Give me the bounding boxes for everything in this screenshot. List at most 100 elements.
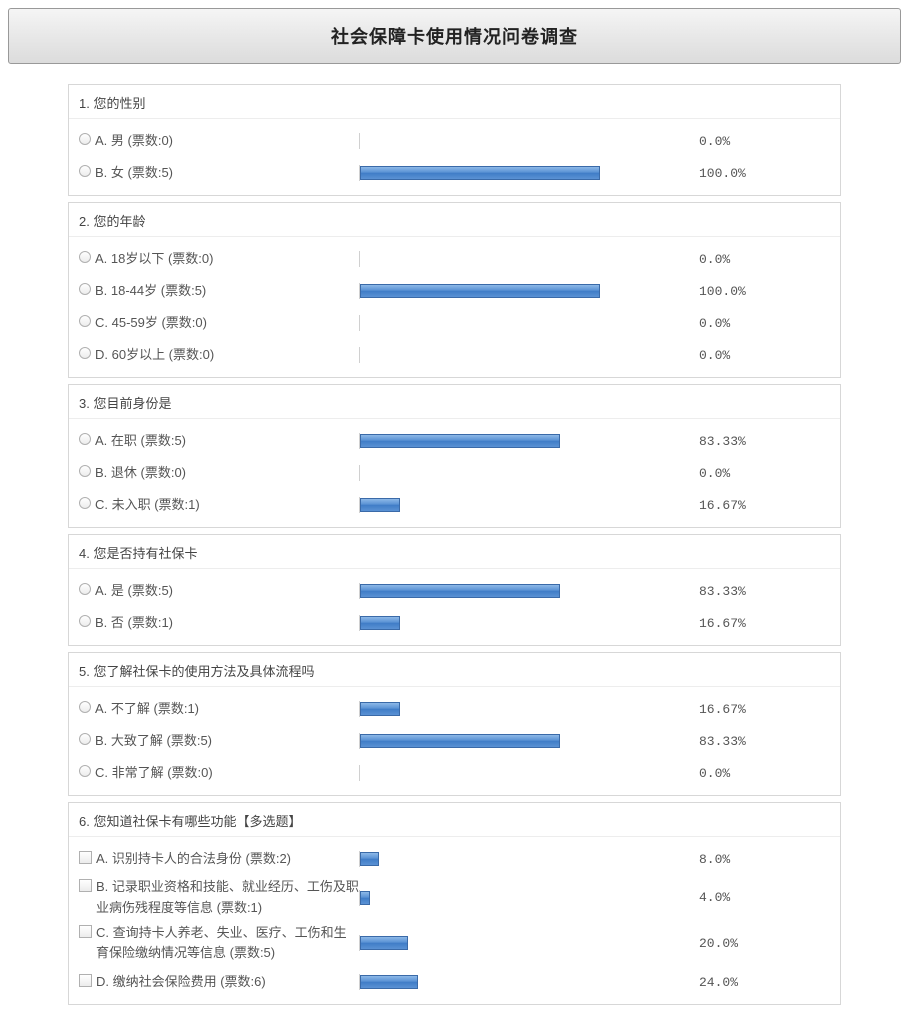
checkbox-icon[interactable] (79, 879, 92, 892)
percent-label: 16.67% (679, 616, 746, 631)
option-row: A. 在职 (票数:5) 83.33% (79, 425, 830, 457)
question-block: 5. 您了解社保卡的使用方法及具体流程吗A. 不了解 (票数:1)16.67%B… (68, 652, 841, 796)
bar-cell (359, 583, 679, 599)
option-text: A. 在职 (票数:5) (95, 431, 186, 452)
option-text: B. 退休 (票数:0) (95, 463, 186, 484)
radio-icon[interactable] (79, 283, 91, 295)
question-title: 2. 您的年龄 (69, 211, 840, 237)
bar-fill (360, 975, 418, 989)
bar-cell (359, 283, 679, 299)
option-row: B. 否 (票数:1) 16.67% (79, 607, 830, 639)
radio-icon[interactable] (79, 765, 91, 777)
checkbox-icon[interactable] (79, 925, 92, 938)
bar-cell (359, 851, 679, 867)
option-label: D. 60岁以上 (票数:0) (79, 345, 359, 366)
option-label: B. 大致了解 (票数:5) (79, 731, 359, 752)
percent-label: 0.0% (679, 466, 730, 481)
bar-cell (359, 497, 679, 513)
question-title: 6. 您知道社保卡有哪些功能【多选题】 (69, 811, 840, 837)
option-row: B. 18-44岁 (票数:5) 100.0% (79, 275, 830, 307)
percent-label: 100.0% (679, 284, 746, 299)
percent-label: 0.0% (679, 134, 730, 149)
radio-icon[interactable] (79, 465, 91, 477)
option-row: A. 不了解 (票数:1)16.67% (79, 693, 830, 725)
option-label: A. 是 (票数:5) (79, 581, 359, 602)
percent-label: 24.0% (679, 975, 738, 990)
radio-icon[interactable] (79, 733, 91, 745)
percent-label: 20.0% (679, 936, 738, 951)
radio-icon[interactable] (79, 251, 91, 263)
option-row: B. 退休 (票数:0) 0.0% (79, 457, 830, 489)
option-row: D. 60岁以上 (票数:0) 0.0% (79, 339, 830, 371)
option-label: B. 女 (票数:5) (79, 163, 359, 184)
option-row: A. 识别持卡人的合法身份 (票数:2) 8.0% (79, 843, 830, 875)
bar-fill (360, 498, 400, 512)
percent-label: 16.67% (679, 498, 746, 513)
bar-fill (360, 284, 600, 298)
bar-fill (360, 434, 560, 448)
question-options: A. 不了解 (票数:1)16.67%B. 大致了解 (票数:5)83.33%C… (69, 687, 840, 789)
question-block: 4. 您是否持有社保卡A. 是 (票数:5)83.33%B. 否 (票数:1)1… (68, 534, 841, 646)
option-row: B. 记录职业资格和技能、就业经历、工伤及职业病伤残程度等信息 (票数:1) 4.… (79, 875, 830, 921)
option-row: C. 45-59岁 (票数:0) 0.0% (79, 307, 830, 339)
percent-label: 83.33% (679, 434, 746, 449)
option-row: A. 男 (票数:0) 0.0% (79, 125, 830, 157)
bar-cell (359, 974, 679, 990)
option-text: B. 大致了解 (票数:5) (95, 731, 212, 752)
radio-icon[interactable] (79, 615, 91, 627)
radio-icon[interactable] (79, 583, 91, 595)
bar-fill (360, 166, 600, 180)
questions-container: 1. 您的性别A. 男 (票数:0)0.0%B. 女 (票数:5)100.0%2… (8, 84, 901, 1005)
option-label: A. 18岁以下 (票数:0) (79, 249, 359, 270)
percent-label: 8.0% (679, 852, 730, 867)
question-options: A. 识别持卡人的合法身份 (票数:2) 8.0% B. 记录职业资格和技能、就业经… (69, 837, 840, 998)
option-label: D. 缴纳社会保险费用 (票数:6) (79, 972, 359, 993)
question-block: 2. 您的年龄 A. 18岁以下 (票数:0) 0.0% B. 18-44岁 (票数:… (68, 202, 841, 378)
option-label: C. 45-59岁 (票数:0) (79, 313, 359, 334)
option-label: A. 在职 (票数:5) (79, 431, 359, 452)
question-options: A. 是 (票数:5)83.33% B. 否 (票数:1) 16.67% (69, 569, 840, 639)
radio-icon[interactable] (79, 347, 91, 359)
bar-cell (359, 765, 679, 781)
percent-label: 4.0% (679, 890, 730, 905)
radio-icon[interactable] (79, 315, 91, 327)
option-row: C. 查询持卡人养老、失业、医疗、工伤和生育保险缴纳情况等信息 (票数:5)20… (79, 921, 830, 967)
option-row: A. 是 (票数:5)83.33% (79, 575, 830, 607)
checkbox-icon[interactable] (79, 851, 92, 864)
option-label: A. 男 (票数:0) (79, 131, 359, 152)
percent-label: 0.0% (679, 766, 730, 781)
bar-cell (359, 347, 679, 363)
bar-fill (360, 734, 560, 748)
percent-label: 83.33% (679, 734, 746, 749)
option-row: C. 未入职 (票数:1)16.67% (79, 489, 830, 521)
option-row: B. 大致了解 (票数:5) 83.33% (79, 725, 830, 757)
option-label: B. 退休 (票数:0) (79, 463, 359, 484)
radio-icon[interactable] (79, 165, 91, 177)
bar-cell (359, 251, 679, 267)
question-options: A. 18岁以下 (票数:0) 0.0% B. 18-44岁 (票数:5) 100.0… (69, 237, 840, 371)
bar-fill (360, 891, 370, 905)
option-text: C. 45-59岁 (票数:0) (95, 313, 207, 334)
radio-icon[interactable] (79, 433, 91, 445)
option-label: B. 记录职业资格和技能、就业经历、工伤及职业病伤残程度等信息 (票数:1) (79, 877, 359, 919)
percent-label: 0.0% (679, 252, 730, 267)
option-text: A. 男 (票数:0) (95, 131, 173, 152)
radio-icon[interactable] (79, 133, 91, 145)
bar-cell (359, 701, 679, 717)
question-options: A. 男 (票数:0)0.0%B. 女 (票数:5)100.0% (69, 119, 840, 189)
radio-icon[interactable] (79, 497, 91, 509)
option-label: B. 18-44岁 (票数:5) (79, 281, 359, 302)
option-text: A. 识别持卡人的合法身份 (票数:2) (96, 849, 291, 870)
question-block: 1. 您的性别A. 男 (票数:0)0.0%B. 女 (票数:5)100.0% (68, 84, 841, 196)
bar-fill (360, 852, 379, 866)
option-label: A. 不了解 (票数:1) (79, 699, 359, 720)
checkbox-icon[interactable] (79, 974, 92, 987)
radio-icon[interactable] (79, 701, 91, 713)
option-label: B. 否 (票数:1) (79, 613, 359, 634)
percent-label: 0.0% (679, 348, 730, 363)
bar-fill (360, 584, 560, 598)
bar-fill (360, 702, 400, 716)
survey-title-bar: 社会保障卡使用情况问卷调查 (8, 8, 901, 64)
percent-label: 0.0% (679, 316, 730, 331)
option-text: B. 记录职业资格和技能、就业经历、工伤及职业病伤残程度等信息 (票数:1) (96, 877, 359, 919)
